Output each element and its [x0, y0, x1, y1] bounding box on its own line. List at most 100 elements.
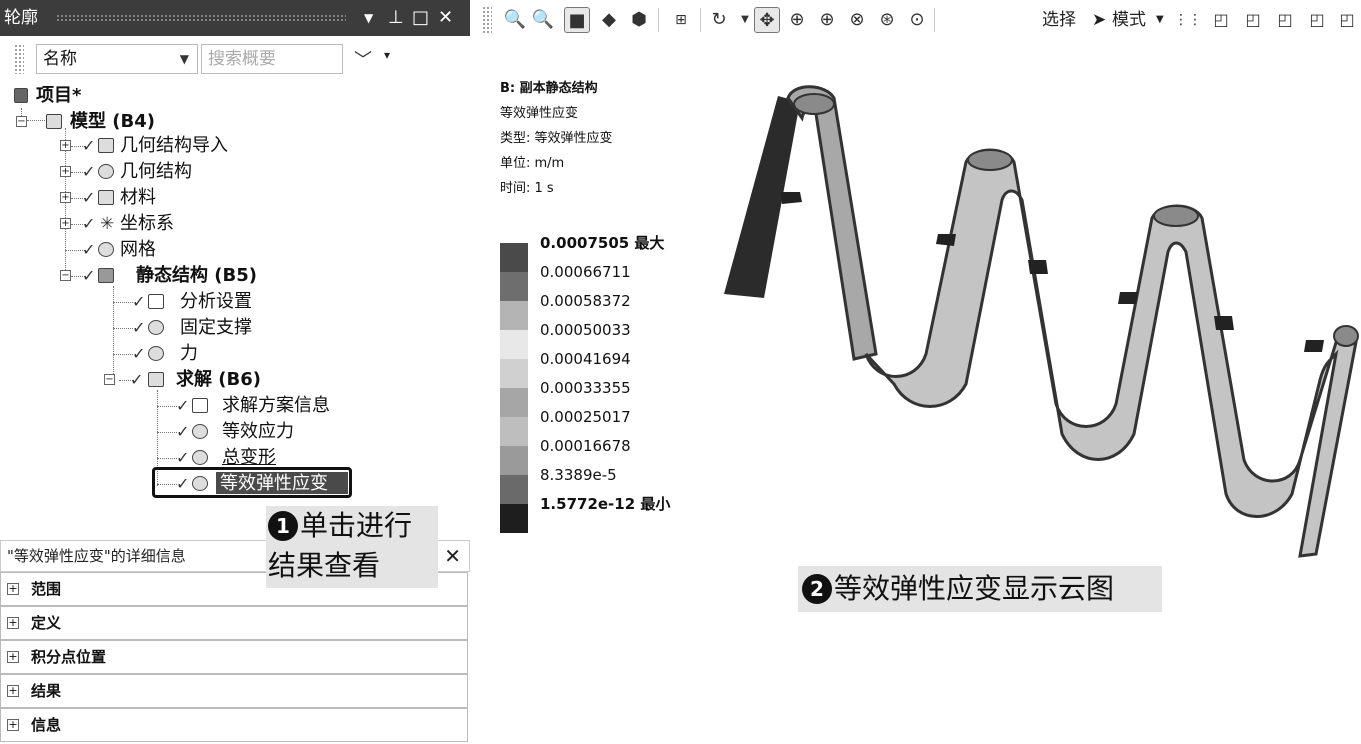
select-node-icon[interactable]: ◰ [1334, 7, 1360, 33]
zoom-box-icon[interactable]: ⊕ [814, 7, 840, 33]
tree-item-label: 求解 (B6) [176, 369, 261, 390]
expand-toggle-icon[interactable]: + [60, 192, 71, 203]
legend-value: 0.00050033 [540, 321, 631, 339]
zoom-magnify-icon[interactable]: ⊛ [874, 7, 900, 33]
tree-item-label: 等效应力 [222, 421, 294, 442]
expand-toggle-icon[interactable]: + [7, 719, 19, 731]
zoom-previous-icon[interactable]: ⊙ [904, 7, 930, 33]
result-icon [192, 450, 208, 465]
tree-item-equivalent-stress[interactable]: ✓ 等效应力 [174, 420, 374, 444]
pin-icon[interactable]: ⊥ [388, 0, 404, 36]
outline-search-input[interactable]: 搜索概要 [201, 44, 343, 74]
cursor-icon: ➤ [1092, 10, 1107, 30]
expand-toggle-icon[interactable]: + [7, 651, 19, 663]
mode-dropdown[interactable]: 模式 [1112, 7, 1146, 33]
select-label[interactable]: 选择 [1042, 7, 1076, 33]
step-number-badge: 2 [802, 574, 832, 604]
collapse-toggle-icon[interactable]: − [16, 116, 27, 127]
spring-strain-contour-model [724, 85, 1359, 558]
outline-title-bar: 轮廓 ▼ ⊥ □ ✕ [0, 0, 470, 36]
model-icon [46, 114, 62, 129]
details-section-integration-point[interactable]: + 积分点位置 [0, 640, 468, 674]
close-icon[interactable]: ✕ [438, 0, 453, 36]
zoom-fit-icon[interactable]: ⊗ [844, 7, 870, 33]
tree-item-force[interactable]: ✓ 力 [130, 342, 330, 366]
tree-item-solution[interactable]: − ✓ 求解 (B6) [104, 368, 324, 392]
collapse-toggle-icon[interactable]: − [104, 374, 115, 385]
details-section-definition[interactable]: + 定义 [0, 606, 468, 640]
title-bar-grip [56, 14, 346, 22]
check-mark-icon: ✓ [82, 136, 96, 155]
legend-value: 0.00025017 [540, 408, 631, 426]
zoom-in-icon[interactable]: ⊕ [784, 7, 810, 33]
expand-toggle-icon[interactable]: + [60, 140, 71, 151]
expand-toggle-icon[interactable]: + [60, 218, 71, 229]
tree-item-project[interactable]: 项目* [14, 84, 214, 108]
legend-swatch [500, 243, 528, 272]
chevron-down-icon: ▼ [1156, 14, 1164, 25]
wireframe-view-icon[interactable]: ⬢ [626, 7, 652, 33]
check-mark-icon: ✓ [132, 292, 146, 311]
tree-item-fixed-support[interactable]: ✓ 固定支撑 [130, 316, 330, 340]
chevron-down-icon: ▼ [179, 52, 189, 66]
tree-item-geometry-import[interactable]: + ✓ 几何结构导入 [60, 134, 280, 158]
filter-type-select[interactable]: 名称 ▼ [36, 44, 198, 74]
annotation-callout-1: 1 单击进行 结果查看 [266, 506, 438, 588]
select-body-icon[interactable]: ◰ [1304, 7, 1330, 33]
legend-value: 0.00058372 [540, 292, 631, 310]
result-unit: 单位: m/m [500, 156, 565, 171]
maximize-icon[interactable]: □ [412, 0, 429, 36]
legend-swatch [500, 475, 528, 504]
expand-toggle-icon[interactable]: + [7, 583, 19, 595]
project-icon [14, 88, 28, 103]
shaded-view-icon[interactable]: ◆ [596, 7, 622, 33]
legend-value: 1.5772e-12 最小 [540, 495, 671, 513]
collapse-toggle-icon[interactable]: − [60, 270, 71, 281]
coil-loop [780, 85, 1359, 558]
tree-item-materials[interactable]: + ✓ 材料 [60, 186, 280, 210]
zoom-out-icon[interactable]: 🔍 [530, 7, 556, 33]
force-icon [148, 346, 164, 361]
view-layout-icon[interactable]: ⊞ [668, 7, 694, 33]
mesh-icon [98, 242, 114, 257]
expand-search-icon[interactable]: ﹀ [354, 46, 372, 72]
tree-item-label: 力 [180, 343, 198, 364]
tree-item-mesh[interactable]: ✓ 网格 [60, 238, 280, 262]
tree-item-model[interactable]: − 模型 (B4) [14, 110, 214, 134]
details-section-results[interactable]: + 结果 [0, 674, 468, 708]
geometry-icon [98, 164, 114, 179]
close-icon[interactable]: ✕ [444, 541, 461, 571]
tree-item-label: 项目* [36, 85, 82, 106]
expand-toggle-icon[interactable]: + [7, 685, 19, 697]
expand-toggle-icon[interactable]: + [7, 617, 19, 629]
select-edge-icon[interactable]: ◰ [1240, 7, 1266, 33]
details-section-information[interactable]: + 信息 [0, 708, 468, 742]
result-icon [192, 424, 208, 439]
select-mode-icon[interactable]: ⋮⋮ [1174, 7, 1202, 33]
tree-item-solution-information[interactable]: ✓ 求解方案信息 [174, 394, 374, 418]
outline-panel: 轮廓 ▼ ⊥ □ ✕ 名称 ▼ 搜索概要 ﹀ ▾ 项目* − 模型 (B4) +… [0, 0, 470, 536]
rotate-icon[interactable]: ↻ [706, 7, 732, 33]
legend-value: 0.0007505 最大 [540, 234, 665, 252]
solid-view-icon[interactable]: ■ [564, 7, 590, 33]
tree-item-geometry[interactable]: + ✓ 几何结构 [60, 160, 280, 184]
legend-swatch [500, 272, 528, 301]
select-vertex-icon[interactable]: ◰ [1208, 7, 1234, 33]
tree-item-analysis-settings[interactable]: ✓ 分析设置 [130, 290, 330, 314]
zoom-icon[interactable]: 🔍 [502, 7, 528, 33]
tree-item-static-structural[interactable]: − ✓ 静态结构 (B5) [60, 264, 300, 288]
tree-item-label: 几何结构导入 [120, 135, 228, 156]
tree-item-coordinate-systems[interactable]: + ✓ ✳ 坐标系 [60, 212, 280, 236]
select-face-icon[interactable]: ◰ [1272, 7, 1298, 33]
overflow-arrow-icon[interactable]: ▾ [384, 48, 390, 62]
dropdown-arrow-icon[interactable]: ▼ [364, 0, 373, 36]
check-mark-icon: ✓ [82, 188, 96, 207]
check-mark-icon: ✓ [82, 266, 96, 285]
result-icon [192, 476, 208, 491]
legend-swatch [500, 446, 528, 475]
materials-icon [98, 190, 114, 205]
expand-toggle-icon[interactable]: + [60, 166, 71, 177]
pan-icon[interactable]: ✥ [754, 7, 780, 33]
tree-item-label: 固定支撑 [180, 317, 252, 338]
tree-item-equivalent-elastic-strain[interactable]: ✓ 等效弹性应变 [174, 472, 354, 496]
